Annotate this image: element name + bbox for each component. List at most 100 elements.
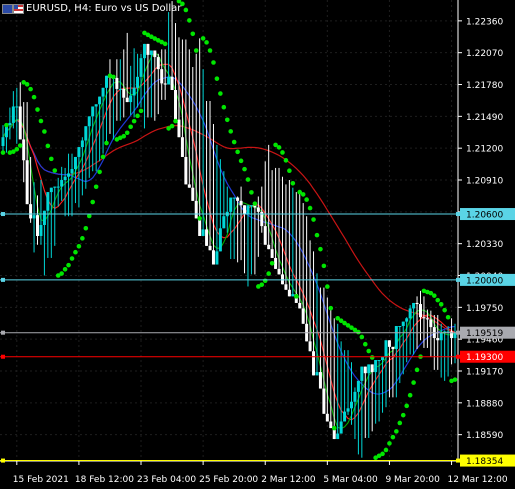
- sar-dot: [90, 199, 96, 205]
- candle-body: [1, 137, 5, 146]
- level-anchor[interactable]: [1, 330, 5, 335]
- candle-body: [336, 433, 340, 440]
- candle-body: [274, 257, 278, 269]
- level-anchor[interactable]: [1, 458, 5, 463]
- candle-body: [29, 204, 33, 219]
- sar-dot: [276, 145, 282, 150]
- candle-body: [191, 187, 195, 201]
- candle-body: [73, 156, 77, 170]
- sar-dot: [4, 122, 9, 128]
- candle-body: [101, 87, 105, 97]
- candle-body: [156, 57, 160, 70]
- y-tick-label: 1.22360: [466, 17, 503, 27]
- price-label: 1.18354: [466, 457, 503, 467]
- candle-body: [412, 302, 416, 309]
- chart-title: EURUSD, H4: Euro vs US Dollar: [26, 3, 182, 14]
- candle-body: [77, 147, 81, 157]
- sar-dot: [366, 348, 372, 354]
- candle-body: [125, 97, 129, 103]
- candle-body: [322, 388, 326, 414]
- candle-body: [425, 318, 429, 320]
- sar-dot: [35, 107, 40, 112]
- sar-dot: [269, 260, 275, 266]
- sar-dot: [249, 190, 254, 195]
- price-label: 1.20600: [466, 211, 503, 221]
- candle-body: [329, 421, 333, 429]
- candle-body: [70, 169, 74, 174]
- sar-dot: [111, 74, 116, 80]
- candle-body: [94, 104, 98, 107]
- sar-dot: [293, 294, 299, 299]
- candle-body: [346, 408, 350, 412]
- candle-body: [287, 289, 291, 297]
- candle-body: [105, 75, 109, 88]
- sar-dot: [445, 314, 451, 320]
- level-anchor[interactable]: [1, 354, 5, 359]
- candle-body: [405, 318, 409, 322]
- candle-body: [194, 200, 198, 219]
- candle-body: [46, 192, 50, 211]
- candle-body: [315, 372, 319, 376]
- y-tick-label: 1.20910: [466, 177, 503, 187]
- ma-green-line: [2, 52, 456, 430]
- candle-body: [236, 197, 240, 201]
- sar-dot: [38, 118, 44, 124]
- candle-body: [418, 304, 422, 318]
- sar-dot: [100, 154, 106, 160]
- sar-dot: [390, 434, 396, 440]
- candle-body: [142, 43, 146, 59]
- sar-dot: [283, 158, 289, 163]
- level-anchor[interactable]: [1, 277, 5, 282]
- candle-body: [312, 351, 316, 376]
- sar-dot: [138, 108, 144, 114]
- candle-body: [284, 284, 288, 290]
- candle-body: [218, 228, 222, 252]
- chart-canvas[interactable]: 1.22360 1.22070 1.21780 1.21490 1.21200 1.209…: [0, 0, 515, 489]
- sar-dot: [135, 113, 140, 119]
- sar-dot: [59, 271, 64, 276]
- candle-body: [146, 43, 150, 55]
- sar-dot: [121, 133, 127, 139]
- candle-body: [398, 325, 402, 327]
- sar-dot: [245, 177, 251, 182]
- sar-dot: [307, 205, 313, 211]
- sar-dot: [42, 129, 47, 134]
- level-anchor[interactable]: [1, 212, 5, 217]
- candle-body: [370, 364, 374, 373]
- level-anchor[interactable]: [456, 277, 460, 282]
- candle-body: [318, 372, 322, 389]
- candle-body: [429, 319, 433, 328]
- level-anchor[interactable]: [456, 458, 460, 463]
- x-tick-label: 18 Feb 12:00: [75, 475, 134, 485]
- candle-body: [298, 302, 302, 309]
- level-anchor[interactable]: [456, 330, 460, 335]
- y-tick-label: 1.18590: [466, 431, 503, 441]
- sar-dot: [287, 168, 292, 174]
- candle-body: [211, 250, 215, 265]
- sar-dot: [438, 302, 444, 307]
- candle-body: [25, 160, 29, 205]
- sar-dot: [407, 392, 413, 398]
- candle-body: [180, 137, 184, 157]
- level-anchor[interactable]: [456, 354, 460, 359]
- candle-body: [301, 308, 305, 324]
- candle-body: [394, 325, 398, 350]
- candle-body: [167, 76, 171, 85]
- candle-body: [277, 268, 281, 275]
- sar-dot: [193, 48, 199, 53]
- candle-body: [325, 413, 329, 422]
- candle-body: [56, 186, 60, 188]
- candle-body: [343, 411, 347, 422]
- level-anchor[interactable]: [456, 212, 460, 217]
- sar-dot: [304, 197, 309, 202]
- sar-dot: [452, 377, 458, 382]
- sar-dot: [62, 266, 68, 272]
- y-tick-label: 1.18880: [466, 399, 503, 409]
- candle-body: [53, 186, 57, 188]
- y-tick-label: 1.19170: [466, 367, 503, 377]
- sar-dot: [128, 124, 133, 130]
- candle-body: [67, 173, 71, 177]
- candle-body: [291, 294, 295, 297]
- candle-body: [280, 274, 284, 285]
- candle-body: [170, 76, 174, 91]
